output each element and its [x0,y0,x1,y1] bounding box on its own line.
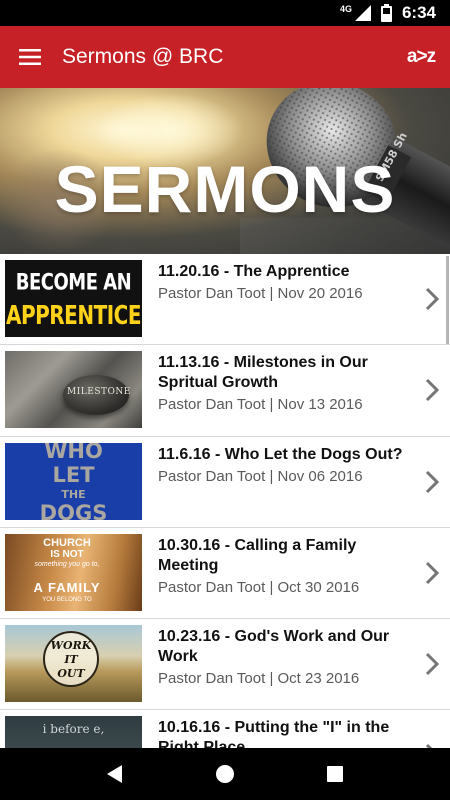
sermon-subtitle: Pastor Dan Toot | Oct 30 2016 [158,578,360,596]
signal-indicator: 4G [339,4,371,21]
thumb-text: LET [52,462,95,487]
sermon-row[interactable]: BECOME AN APPRENTICE 11.20.16 - The Appr… [0,254,450,346]
home-circle-icon [216,765,234,783]
thumb-text: IT [64,653,78,667]
hero-banner: SM58 Sh SERMONS [0,88,450,254]
thumb-text: WHO [44,442,103,463]
back-button[interactable] [95,754,135,794]
thumb-text: OUT [57,667,85,681]
a-to-z-icon: a>z [406,46,436,67]
thumb-text: something you go to, [34,560,100,568]
sermon-row[interactable]: WHO LET THE DOGS 11.6.16 - Who Let the D… [0,437,450,528]
sermon-subtitle: Pastor Dan Toot | Oct 23 2016 [158,670,360,688]
recents-button[interactable] [315,754,355,794]
sermon-subtitle: Pastor Dan Toot | Nov 13 2016 [158,396,363,414]
chevron-right-icon [425,379,440,402]
chevron-right-icon [425,561,440,584]
sermon-row[interactable]: MILESTONE 11.13.16 - Milestones in Our S… [0,345,450,437]
thumb-text: MILESTONE [67,387,131,398]
hero-title: SERMONS [54,152,396,226]
thumb-text: DOGS [39,500,108,520]
chevron-right-icon [425,653,440,676]
battery-icon [380,4,392,22]
sermon-thumbnail: MILESTONE [5,351,142,429]
sermon-title: 10.30.16 - Calling a Family Meeting [158,536,357,574]
recents-square-icon [327,766,343,782]
thumb-text: A FAMILY [33,579,101,595]
thumb-text: CHURCH [43,536,91,549]
status-time: 6:34 [401,3,436,22]
thumb-text: WORK [50,639,92,653]
sermon-thumbnail: i before e, [5,716,142,748]
signal-icon [354,5,371,21]
hamburger-icon [19,49,41,65]
sermon-row[interactable]: WORK IT OUT 10.23.16 - God's Work and Ou… [0,619,450,711]
sermon-title: 10.16.16 - Putting the "I" in the Right … [158,719,390,748]
thumb-text: BECOME AN [15,269,132,296]
back-triangle-icon [107,765,122,783]
sermon-title: 11.20.16 - The Apprentice [158,263,350,280]
system-nav-bar [0,748,450,800]
thumb-text: APPRENTICE [5,299,142,331]
thumb-text: i before e, [42,722,105,737]
thumb-text: THE [61,487,86,501]
sermon-subtitle: Pastor Dan Toot | Nov 20 2016 [158,285,363,302]
app-title: Sermons @ BRC [62,45,224,68]
chevron-right-icon [425,287,440,311]
sermon-thumbnail: WHO LET THE DOGS [5,442,142,520]
sermon-list: BECOME AN APPRENTICE 11.20.16 - The Appr… [0,254,450,748]
sermon-title: 11.6.16 - Who Let the Dogs Out? [158,445,403,463]
status-bar: 4G 6:34 [0,0,450,26]
sermon-thumbnail: WORK IT OUT [5,625,142,703]
sermon-thumbnail: CHURCH IS NOT something you go to, A FAM… [5,533,142,611]
thumb-text: IS NOT [50,548,84,560]
chevron-right-icon [425,470,440,493]
network-type: 4G [339,4,352,14]
sermon-subtitle: Pastor Dan Toot | Nov 06 2016 [158,467,363,485]
app-bar: Sermons @ BRC a>z [0,26,450,88]
sort-az-button[interactable]: a>z [392,26,450,88]
sermon-title: 11.13.16 - Milestones in Our Spritual Gr… [158,354,368,392]
menu-button[interactable] [0,26,60,88]
sermon-row[interactable]: CHURCH IS NOT something you go to, A FAM… [0,528,450,620]
sermon-thumbnail: BECOME AN APPRENTICE [5,260,142,337]
home-button[interactable] [205,754,245,794]
sermon-row[interactable]: i before e, 10.16.16 - Putting the "I" i… [0,710,450,748]
sermon-title: 10.23.16 - God's Work and Our Work [158,628,390,666]
thumb-text: YOU BELONG TO [42,596,92,603]
